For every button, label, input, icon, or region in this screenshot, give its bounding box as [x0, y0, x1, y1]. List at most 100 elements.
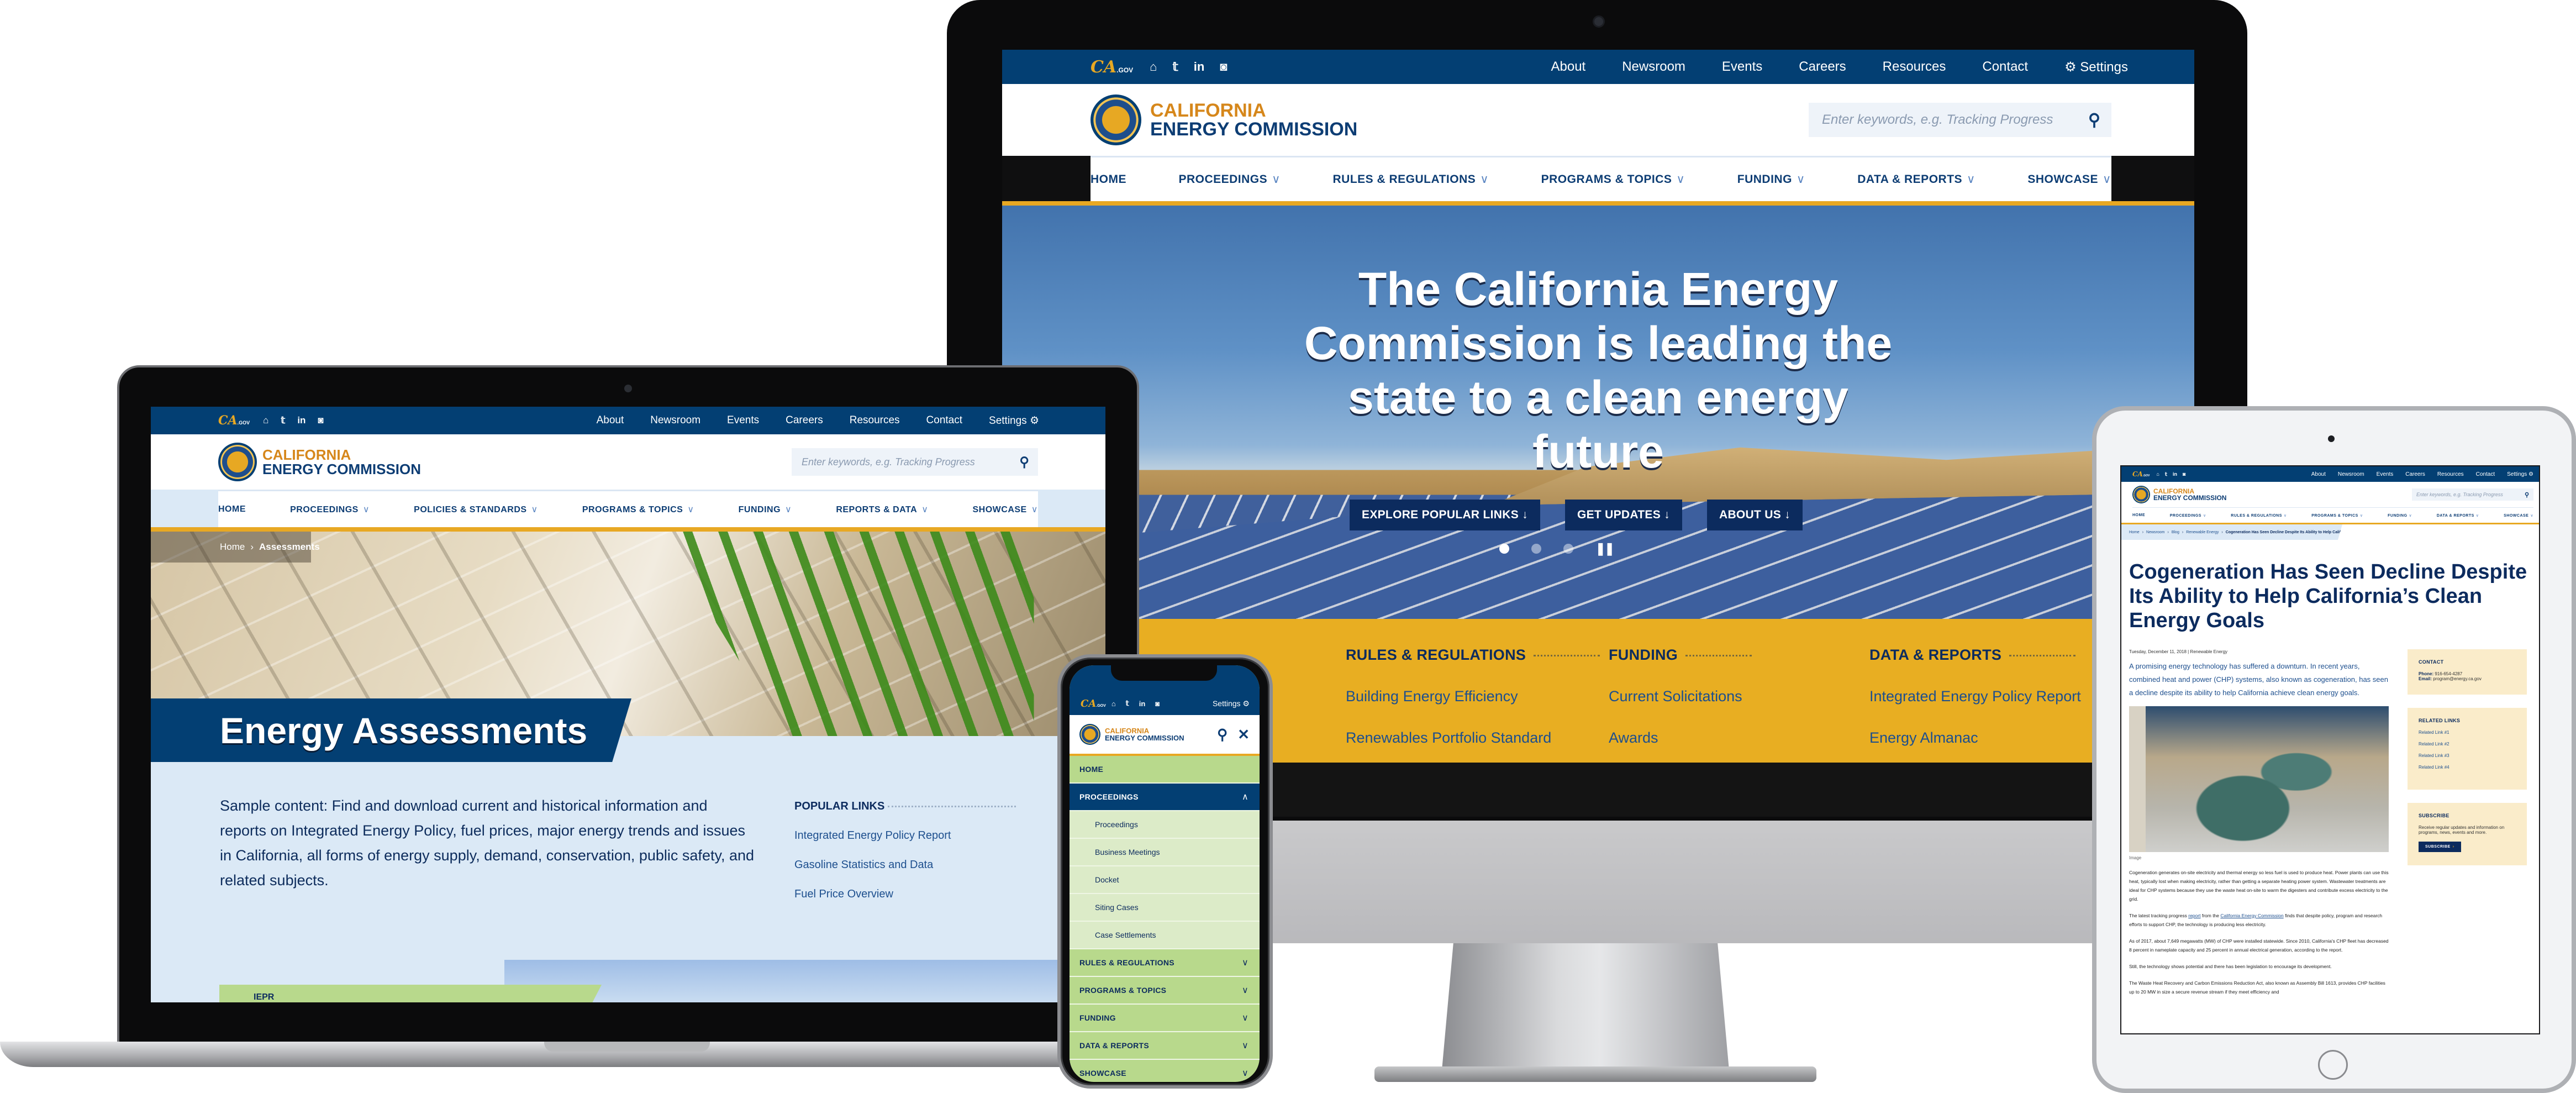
search-icon[interactable]: ⚲: [2088, 111, 2100, 130]
util-link-about[interactable]: About: [2311, 471, 2326, 477]
nav-home[interactable]: HOME: [1091, 173, 1126, 186]
contact-phone[interactable]: 916-654-4287: [2435, 671, 2462, 676]
explore-popular-links-button[interactable]: EXPLORE POPULAR LINKS ↓: [1350, 500, 1540, 530]
breadcrumb-blog[interactable]: Blog: [2172, 530, 2179, 534]
linkedin-icon[interactable]: in: [1194, 60, 1205, 74]
nav-proceedings[interactable]: PROCEEDINGS ∨: [1178, 172, 1281, 186]
quick-link[interactable]: Integrated Energy Policy Report: [1869, 688, 2081, 705]
contact-email[interactable]: program@energy.ca.gov: [2433, 676, 2482, 681]
mobile-menu-item[interactable]: SHOWCASE ∨: [1070, 1060, 1260, 1082]
util-link-events[interactable]: Events: [727, 414, 759, 427]
mobile-submenu-item[interactable]: Case Settlements: [1070, 922, 1260, 949]
mobile-menu-item[interactable]: FUNDING ∨: [1070, 1005, 1260, 1032]
quick-link[interactable]: Renewables Portfolio Standard: [1346, 729, 1600, 747]
twitter-icon[interactable]: 𝕥: [281, 415, 285, 426]
linkedin-icon[interactable]: in: [297, 415, 305, 426]
related-link[interactable]: Related Link #2: [2419, 742, 2516, 747]
util-link-about[interactable]: About: [1551, 59, 1586, 75]
popular-link[interactable]: Integrated Energy Policy Report: [794, 829, 1037, 842]
nav-proceedings[interactable]: PROCEEDINGS ∨: [290, 504, 370, 515]
nav-rules-regulations[interactable]: RULES & REGULATIONS ∨: [1332, 172, 1489, 186]
popular-link[interactable]: Fuel Price Overview: [794, 888, 1037, 901]
ca-gov-logo[interactable]: CA.GOV: [218, 413, 250, 428]
instagram-icon[interactable]: ◙: [1220, 60, 1227, 74]
tablet-home-button[interactable]: [2318, 1050, 2348, 1080]
nav-reports-data[interactable]: REPORTS & DATA ∨: [836, 504, 928, 515]
cec-logo[interactable]: CALIFORNIA ENERGY COMMISSION: [1079, 724, 1184, 745]
related-link[interactable]: Related Link #3: [2419, 753, 2516, 758]
breadcrumb-home[interactable]: Home: [2129, 530, 2140, 534]
nav-home[interactable]: HOME: [2132, 513, 2145, 517]
settings-button[interactable]: Settings ⚙: [989, 414, 1039, 427]
cec-logo[interactable]: CALIFORNIA ENERGY COMMISSION: [1091, 94, 1357, 145]
mobile-submenu-item[interactable]: Docket: [1070, 866, 1260, 894]
search-input[interactable]: [2416, 492, 2525, 497]
instagram-icon[interactable]: ◙: [2183, 471, 2185, 477]
twitter-icon[interactable]: 𝕥: [1172, 60, 1178, 74]
nav-showcase[interactable]: SHOWCASE ∨: [2504, 513, 2533, 518]
util-link-contact[interactable]: Contact: [1982, 59, 2028, 75]
mobile-submenu-item[interactable]: Siting Cases: [1070, 894, 1260, 922]
nav-showcase[interactable]: SHOWCASE ∨: [2027, 172, 2111, 186]
mobile-menu-item[interactable]: PROGRAMS & TOPICS ∨: [1070, 977, 1260, 1005]
util-link-resources[interactable]: Resources: [2437, 471, 2464, 477]
quick-link[interactable]: Energy Almanac: [1869, 729, 2081, 747]
util-link-careers[interactable]: Careers: [2405, 471, 2425, 477]
quick-link[interactable]: Awards: [1609, 729, 1752, 747]
settings-button[interactable]: Settings ⚙: [1213, 699, 1250, 708]
mobile-submenu-item[interactable]: Proceedings: [1070, 811, 1260, 839]
get-updates-button[interactable]: GET UPDATES ↓: [1564, 500, 1682, 530]
home-icon[interactable]: ⌂: [1111, 700, 1116, 708]
nav-home[interactable]: HOME: [218, 505, 246, 514]
cec-link[interactable]: California Energy Commission: [2220, 913, 2283, 918]
mobile-menu-item[interactable]: PROCEEDINGS ∧: [1070, 784, 1260, 811]
related-link[interactable]: Related Link #1: [2419, 730, 2516, 735]
mobile-submenu-item[interactable]: Business Meetings: [1070, 839, 1260, 866]
nav-data-reports[interactable]: DATA & REPORTS ∨: [1857, 172, 1976, 186]
quick-link[interactable]: Building Energy Efficiency: [1346, 688, 1600, 705]
search-input[interactable]: [802, 456, 1020, 468]
util-link-careers[interactable]: Careers: [1799, 59, 1846, 75]
nav-policies-standards[interactable]: POLICIES & STANDARDS ∨: [414, 504, 538, 515]
pause-icon[interactable]: ❚❚: [1595, 542, 1615, 556]
mobile-menu-item[interactable]: RULES & REGULATIONS ∨: [1070, 949, 1260, 977]
close-icon[interactable]: ✕: [1237, 726, 1250, 743]
chevron-down-icon[interactable]: ∨: [1242, 1068, 1249, 1079]
settings-button[interactable]: Settings ⚙: [2507, 471, 2533, 477]
search-icon[interactable]: ⚲: [1019, 454, 1029, 470]
util-link-newsroom[interactable]: Newsroom: [2338, 471, 2364, 477]
util-link-resources[interactable]: Resources: [1883, 59, 1946, 75]
iepr-card[interactable]: IEPR: [219, 985, 602, 1002]
mobile-menu-item[interactable]: DATA & REPORTS ∨: [1070, 1032, 1260, 1060]
settings-button[interactable]: ⚙ Settings: [2064, 59, 2128, 75]
chevron-up-icon[interactable]: ∧: [1242, 791, 1249, 802]
breadcrumb-home[interactable]: Home: [220, 542, 245, 553]
search-icon[interactable]: ⚲: [1217, 726, 1228, 743]
chevron-down-icon[interactable]: ∨: [1242, 985, 1249, 996]
instagram-icon[interactable]: ◙: [1155, 700, 1160, 708]
util-link-about[interactable]: About: [597, 414, 624, 427]
report-link[interactable]: report: [2188, 913, 2200, 918]
twitter-icon[interactable]: 𝕥: [2165, 471, 2167, 477]
util-link-newsroom[interactable]: Newsroom: [1622, 59, 1685, 75]
nav-programs-topics[interactable]: PROGRAMS & TOPICS ∨: [582, 504, 694, 515]
breadcrumb-newsroom[interactable]: Newsroom: [2146, 530, 2164, 534]
about-us-button[interactable]: ABOUT US ↓: [1706, 500, 1803, 530]
util-link-contact[interactable]: Contact: [2476, 471, 2495, 477]
subscribe-button[interactable]: SUBSCRIBE ›: [2419, 842, 2461, 852]
util-link-events[interactable]: Events: [1722, 59, 1762, 75]
linkedin-icon[interactable]: in: [2173, 471, 2177, 477]
linkedin-icon[interactable]: in: [1139, 700, 1146, 708]
chevron-down-icon[interactable]: ∨: [1242, 1040, 1249, 1051]
nav-funding[interactable]: FUNDING ∨: [1737, 172, 1805, 186]
ca-gov-logo[interactable]: CA.GOV: [2132, 470, 2150, 478]
util-link-contact[interactable]: Contact: [926, 414, 962, 427]
slide-dot-1[interactable]: [1499, 544, 1509, 554]
chevron-down-icon[interactable]: ∨: [1242, 1012, 1249, 1023]
nav-proceedings[interactable]: PROCEEDINGS ∨: [2170, 513, 2206, 518]
slide-dot-3[interactable]: [1563, 544, 1573, 554]
instagram-icon[interactable]: ◙: [318, 415, 323, 426]
nav-rules-regulations[interactable]: RULES & REGULATIONS ∨: [2231, 513, 2287, 518]
ca-gov-logo[interactable]: CA.GOV: [1091, 57, 1133, 77]
popular-link[interactable]: Gasoline Statistics and Data: [794, 859, 1037, 871]
